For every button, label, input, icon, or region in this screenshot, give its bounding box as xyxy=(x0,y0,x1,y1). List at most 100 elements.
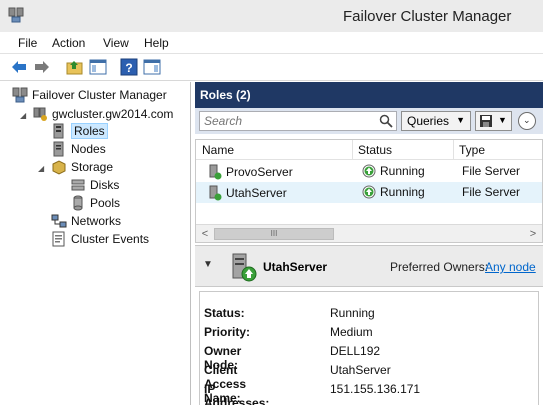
roles-header: Roles (2) xyxy=(195,82,543,108)
column-separator[interactable] xyxy=(352,140,353,160)
menu-view[interactable]: View xyxy=(103,36,129,50)
cluster-manager-icon xyxy=(12,87,28,103)
roles-pane: Roles (2) Queries ▼ ▼ ⌄ Name Status xyxy=(195,82,543,405)
tree-item-networks[interactable]: Networks xyxy=(51,212,121,230)
role-status-cell: Running xyxy=(362,185,425,199)
selected-role-name: UtahServer xyxy=(263,260,328,274)
tree-label: Pools xyxy=(90,196,121,210)
storage-icon xyxy=(52,160,66,175)
search-input[interactable] xyxy=(199,111,397,131)
property-key: Status: xyxy=(204,306,245,320)
role-name: UtahServer xyxy=(226,186,287,200)
column-header-status[interactable]: Status xyxy=(358,143,392,157)
cluster-manager-icon xyxy=(8,7,24,23)
disks-icon xyxy=(71,179,85,191)
menu-help[interactable]: Help xyxy=(144,36,169,50)
property-value: DELL192 xyxy=(330,344,381,358)
window-title: Failover Cluster Manager xyxy=(343,8,512,25)
svg-text:?: ? xyxy=(125,61,132,75)
chevron-down-icon: ⌄ xyxy=(523,115,531,125)
tree-item-root[interactable]: Failover Cluster Manager xyxy=(12,86,167,104)
tree-label: Roles xyxy=(71,123,108,139)
tree-item-nodes[interactable]: Nodes xyxy=(51,140,106,158)
tree-item-cluster[interactable]: gwcluster.gw2014.com xyxy=(32,105,173,123)
tree-item-pools[interactable]: Pools xyxy=(70,194,120,212)
property-value: 151.155.136.171 xyxy=(330,382,421,396)
horizontal-scrollbar[interactable]: < III > xyxy=(196,224,542,242)
roles-grid: Name Status Type ProvoServer Running Fil… xyxy=(195,139,543,243)
table-row[interactable]: UtahServer Running File Server xyxy=(196,182,542,203)
file-server-icon xyxy=(209,185,222,201)
tree-label: Failover Cluster Manager xyxy=(32,88,167,102)
property-key: IP Addresses: xyxy=(204,382,270,405)
back-arrow-icon[interactable] xyxy=(10,58,28,76)
chevron-down-icon: ▼ xyxy=(456,115,465,125)
preferred-owners-link[interactable]: Any node xyxy=(485,260,536,274)
column-header-name[interactable]: Name xyxy=(202,143,234,157)
preferred-owners-label: Preferred Owners: xyxy=(390,260,489,274)
tree-item-disks[interactable]: Disks xyxy=(70,176,119,194)
property-value: Medium xyxy=(330,325,373,339)
navigation-tree: Failover Cluster Manager ◢ gwcluster.gw2… xyxy=(0,82,191,405)
role-status: Running xyxy=(380,164,425,178)
pools-icon xyxy=(73,195,83,211)
table-row[interactable]: ProvoServer Running File Server xyxy=(196,161,542,182)
forward-arrow-icon[interactable] xyxy=(33,58,51,76)
role-name-cell: UtahServer xyxy=(208,185,287,201)
details-properties: Status: Running Priority: Medium Owner N… xyxy=(199,291,539,405)
help-icon[interactable]: ? xyxy=(120,58,138,76)
details-header: ▼ UtahServer Preferred Owners: Any node xyxy=(195,245,543,287)
up-folder-icon[interactable] xyxy=(66,58,84,76)
collapse-details-icon[interactable]: ▼ xyxy=(203,259,213,270)
tree-item-cluster-events[interactable]: Cluster Events xyxy=(51,230,149,248)
tree-item-roles[interactable]: Roles xyxy=(51,122,108,140)
queries-label: Queries xyxy=(407,114,450,128)
column-separator[interactable] xyxy=(453,140,454,160)
save-icon xyxy=(480,115,492,127)
property-value: Running xyxy=(330,306,375,320)
expand-collapse-icon[interactable]: ◢ xyxy=(20,111,26,120)
cluster-icon xyxy=(33,107,47,121)
tree-label: Disks xyxy=(90,178,120,192)
tree-label: gwcluster.gw2014.com xyxy=(52,107,174,121)
tree-label: Networks xyxy=(71,214,122,228)
chevron-down-icon: ▼ xyxy=(498,115,507,125)
running-status-icon xyxy=(362,185,376,199)
roles-icon xyxy=(53,123,64,139)
tree-label: Storage xyxy=(71,160,114,174)
scroll-left-icon[interactable]: < xyxy=(198,227,212,241)
tree-item-storage[interactable]: Storage xyxy=(51,158,113,176)
running-status-icon xyxy=(362,164,376,178)
column-header-type[interactable]: Type xyxy=(459,143,485,157)
tree-label: Cluster Events xyxy=(71,232,150,246)
role-type-cell: File Server xyxy=(462,164,521,178)
show-hide-action-pane-icon[interactable] xyxy=(143,58,161,76)
show-hide-console-tree-icon[interactable] xyxy=(89,58,107,76)
menu-file[interactable]: File xyxy=(18,36,37,50)
nodes-icon xyxy=(53,141,64,157)
scroll-right-icon[interactable]: > xyxy=(526,227,540,241)
search-icon[interactable] xyxy=(379,114,393,128)
role-name-cell: ProvoServer xyxy=(208,164,293,180)
save-query-button[interactable]: ▼ xyxy=(475,111,512,131)
toolbar: ? xyxy=(0,54,543,81)
property-key: Priority: xyxy=(204,325,251,339)
queries-button[interactable]: Queries ▼ xyxy=(401,111,471,131)
title-bar: Failover Cluster Manager xyxy=(0,0,543,32)
role-name: ProvoServer xyxy=(226,165,293,179)
collapse-button[interactable]: ⌄ xyxy=(518,112,536,130)
role-type-cell: File Server xyxy=(462,185,521,199)
file-server-icon xyxy=(209,164,222,180)
menu-bar: File Action View Help xyxy=(0,32,543,54)
search-bar: Queries ▼ ▼ ⌄ xyxy=(195,108,543,134)
scrollbar-thumb[interactable]: III xyxy=(214,228,334,240)
networks-icon xyxy=(51,214,67,228)
cluster-events-icon xyxy=(52,231,65,247)
role-status-cell: Running xyxy=(362,164,425,178)
tree-label: Nodes xyxy=(71,142,106,156)
role-status: Running xyxy=(380,185,425,199)
file-server-icon xyxy=(232,253,257,282)
menu-action[interactable]: Action xyxy=(52,36,85,50)
expand-collapse-icon[interactable]: ◢ xyxy=(38,164,44,173)
grid-header: Name Status Type xyxy=(196,140,542,160)
